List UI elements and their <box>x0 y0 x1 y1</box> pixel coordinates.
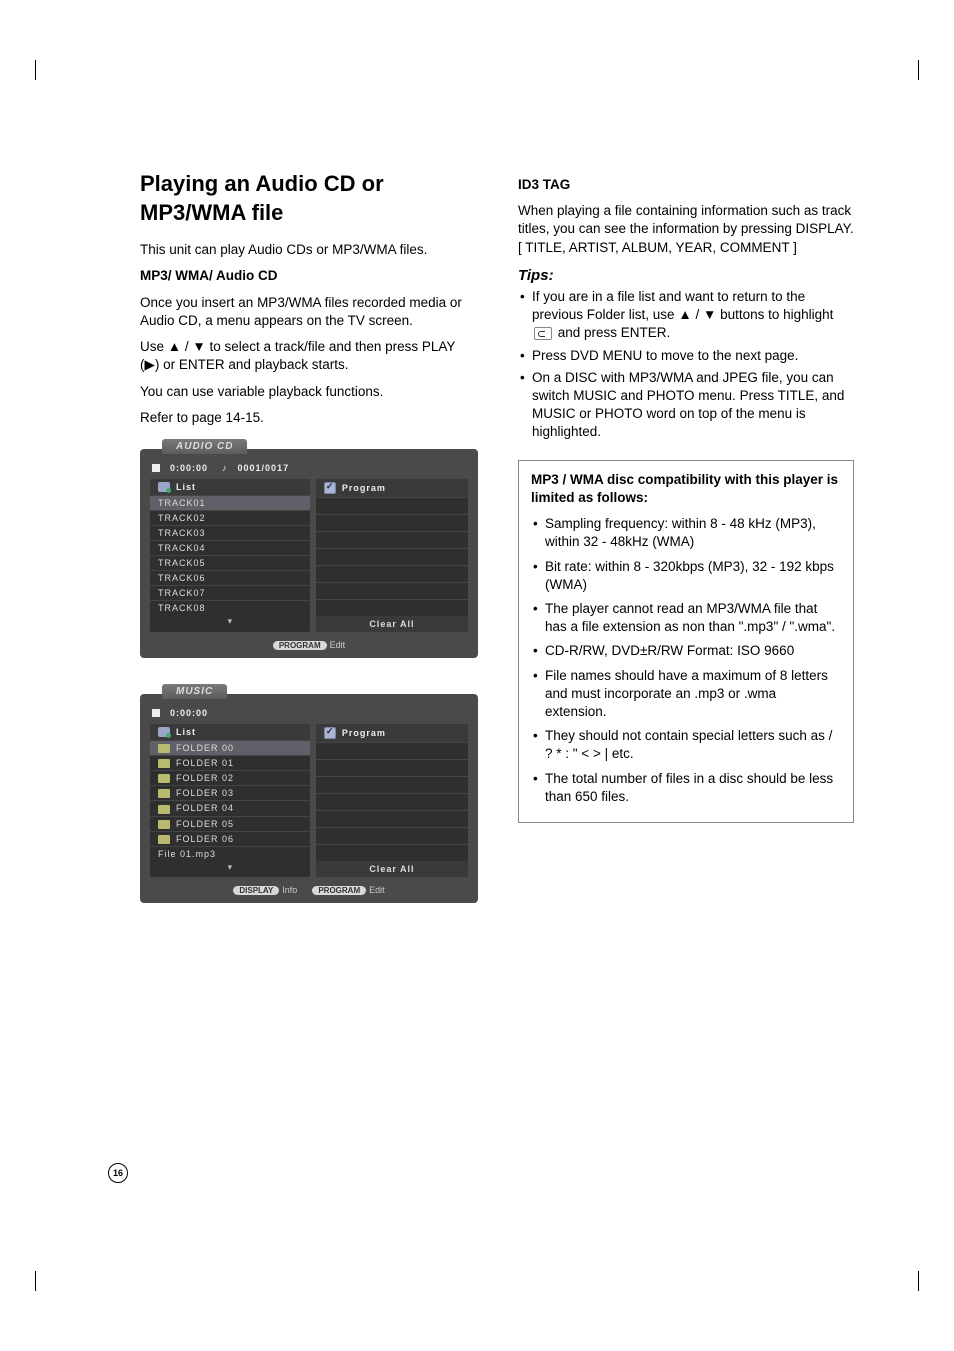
crop-mark <box>35 60 56 80</box>
folder-row: FOLDER 05 <box>150 816 310 831</box>
box-item: The total number of files in a disc shou… <box>531 770 841 806</box>
box-item: CD-R/RW, DVD±R/RW Format: ISO 9660 <box>531 642 841 660</box>
check-icon <box>324 482 336 494</box>
edit-label: Edit <box>330 640 346 650</box>
compatibility-box: MP3 / WMA disc compatibility with this p… <box>518 460 854 824</box>
box-item: File names should have a maximum of 8 le… <box>531 667 841 722</box>
list-panel: List TRACK01 TRACK02 TRACK03 TRACK04 TRA… <box>150 479 310 632</box>
stop-icon <box>152 709 160 717</box>
osd-music: MUSIC 0:00:00 List FOLDER 00 FOLDER 01 F… <box>140 694 478 903</box>
box-item: The player cannot read an MP3/WMA file t… <box>531 600 841 636</box>
clear-all-button: Clear All <box>316 616 468 632</box>
crop-mark <box>898 1271 919 1291</box>
folder-row: FOLDER 06 <box>150 831 310 846</box>
program-pill: PROGRAM <box>312 886 366 895</box>
tip-item: If you are in a file list and want to re… <box>518 288 854 343</box>
body-text: You can use variable playback functions. <box>140 383 478 401</box>
folder-row: FOLDER 02 <box>150 770 310 785</box>
folder-row: FOLDER 00 <box>150 740 310 755</box>
track-row: TRACK03 <box>150 525 310 540</box>
folder-row: FOLDER 04 <box>150 800 310 815</box>
tips-list: If you are in a file list and want to re… <box>518 288 854 442</box>
list-panel: List FOLDER 00 FOLDER 01 FOLDER 02 FOLDE… <box>150 724 310 877</box>
up-triangle-icon: ▲ <box>168 339 181 354</box>
track-row: TRACK04 <box>150 540 310 555</box>
page-number: 16 <box>108 1163 128 1183</box>
program-panel: Program Clear All <box>316 724 468 877</box>
left-column: Playing an Audio CD or MP3/WMA file This… <box>140 170 478 903</box>
track-row: TRACK07 <box>150 585 310 600</box>
right-column: ID3 TAG When playing a file containing i… <box>518 170 854 903</box>
scroll-down-icon: ▾ <box>150 861 310 874</box>
osd-tab: MUSIC <box>162 684 227 699</box>
down-triangle-icon: ▼ <box>192 339 205 354</box>
up-triangle-icon: ▲ <box>678 307 691 322</box>
track-row: TRACK01 <box>150 495 310 510</box>
osd-audio-cd: AUDIO CD 0:00:00 ♪ 0001/0017 List TRACK0… <box>140 449 478 658</box>
list-icon <box>158 727 170 737</box>
folder-up-icon <box>534 327 552 340</box>
down-triangle-icon: ▼ <box>703 307 716 322</box>
folder-row: FOLDER 01 <box>150 755 310 770</box>
edit-label: Edit <box>369 885 385 895</box>
clear-all-button: Clear All <box>316 861 468 877</box>
box-title: MP3 / WMA disc compatibility with this p… <box>531 471 841 507</box>
track-row: TRACK06 <box>150 570 310 585</box>
display-pill: DISPLAY <box>233 886 279 895</box>
crop-mark <box>35 1271 56 1291</box>
track-row: TRACK05 <box>150 555 310 570</box>
stop-icon <box>152 464 160 472</box>
body-text: Refer to page 14-15. <box>140 409 478 427</box>
osd-tab: AUDIO CD <box>162 439 247 454</box>
box-item: They should not contain special letters … <box>531 727 841 763</box>
intro-text: This unit can play Audio CDs or MP3/WMA … <box>140 241 478 259</box>
track-row: TRACK08 <box>150 600 310 615</box>
list-icon <box>158 482 170 492</box>
box-item: Sampling frequency: within 8 - 48 kHz (M… <box>531 515 841 551</box>
subheading: MP3/ WMA/ Audio CD <box>140 267 478 285</box>
info-label: Info <box>282 885 297 895</box>
track-row: TRACK02 <box>150 510 310 525</box>
tips-heading: Tips: <box>518 267 854 284</box>
folder-row: FOLDER 03 <box>150 785 310 800</box>
tip-item: On a DISC with MP3/WMA and JPEG file, yo… <box>518 369 854 442</box>
check-icon <box>324 727 336 739</box>
program-panel: Program Clear All <box>316 479 468 632</box>
tip-item: Press DVD MENU to move to the next page. <box>518 347 854 365</box>
body-text: Use ▲ / ▼ to select a track/file and the… <box>140 338 478 374</box>
scroll-down-icon: ▾ <box>150 615 310 628</box>
id3-body: When playing a file containing informati… <box>518 202 854 257</box>
time-counter: 0:00:00 <box>170 463 208 473</box>
time-counter: 0:00:00 <box>170 708 208 718</box>
body-text: Once you insert an MP3/WMA files recorde… <box>140 294 478 330</box>
program-pill: PROGRAM <box>273 641 327 650</box>
file-row: File 01.mp3 <box>150 846 310 861</box>
track-counter: 0001/0017 <box>238 463 290 473</box>
id3-heading: ID3 TAG <box>518 176 854 194</box>
section-title: Playing an Audio CD or MP3/WMA file <box>140 170 478 227</box>
crop-mark <box>898 60 919 80</box>
play-icon: ▶ <box>145 357 155 372</box>
box-item: Bit rate: within 8 - 320kbps (MP3), 32 -… <box>531 558 841 594</box>
